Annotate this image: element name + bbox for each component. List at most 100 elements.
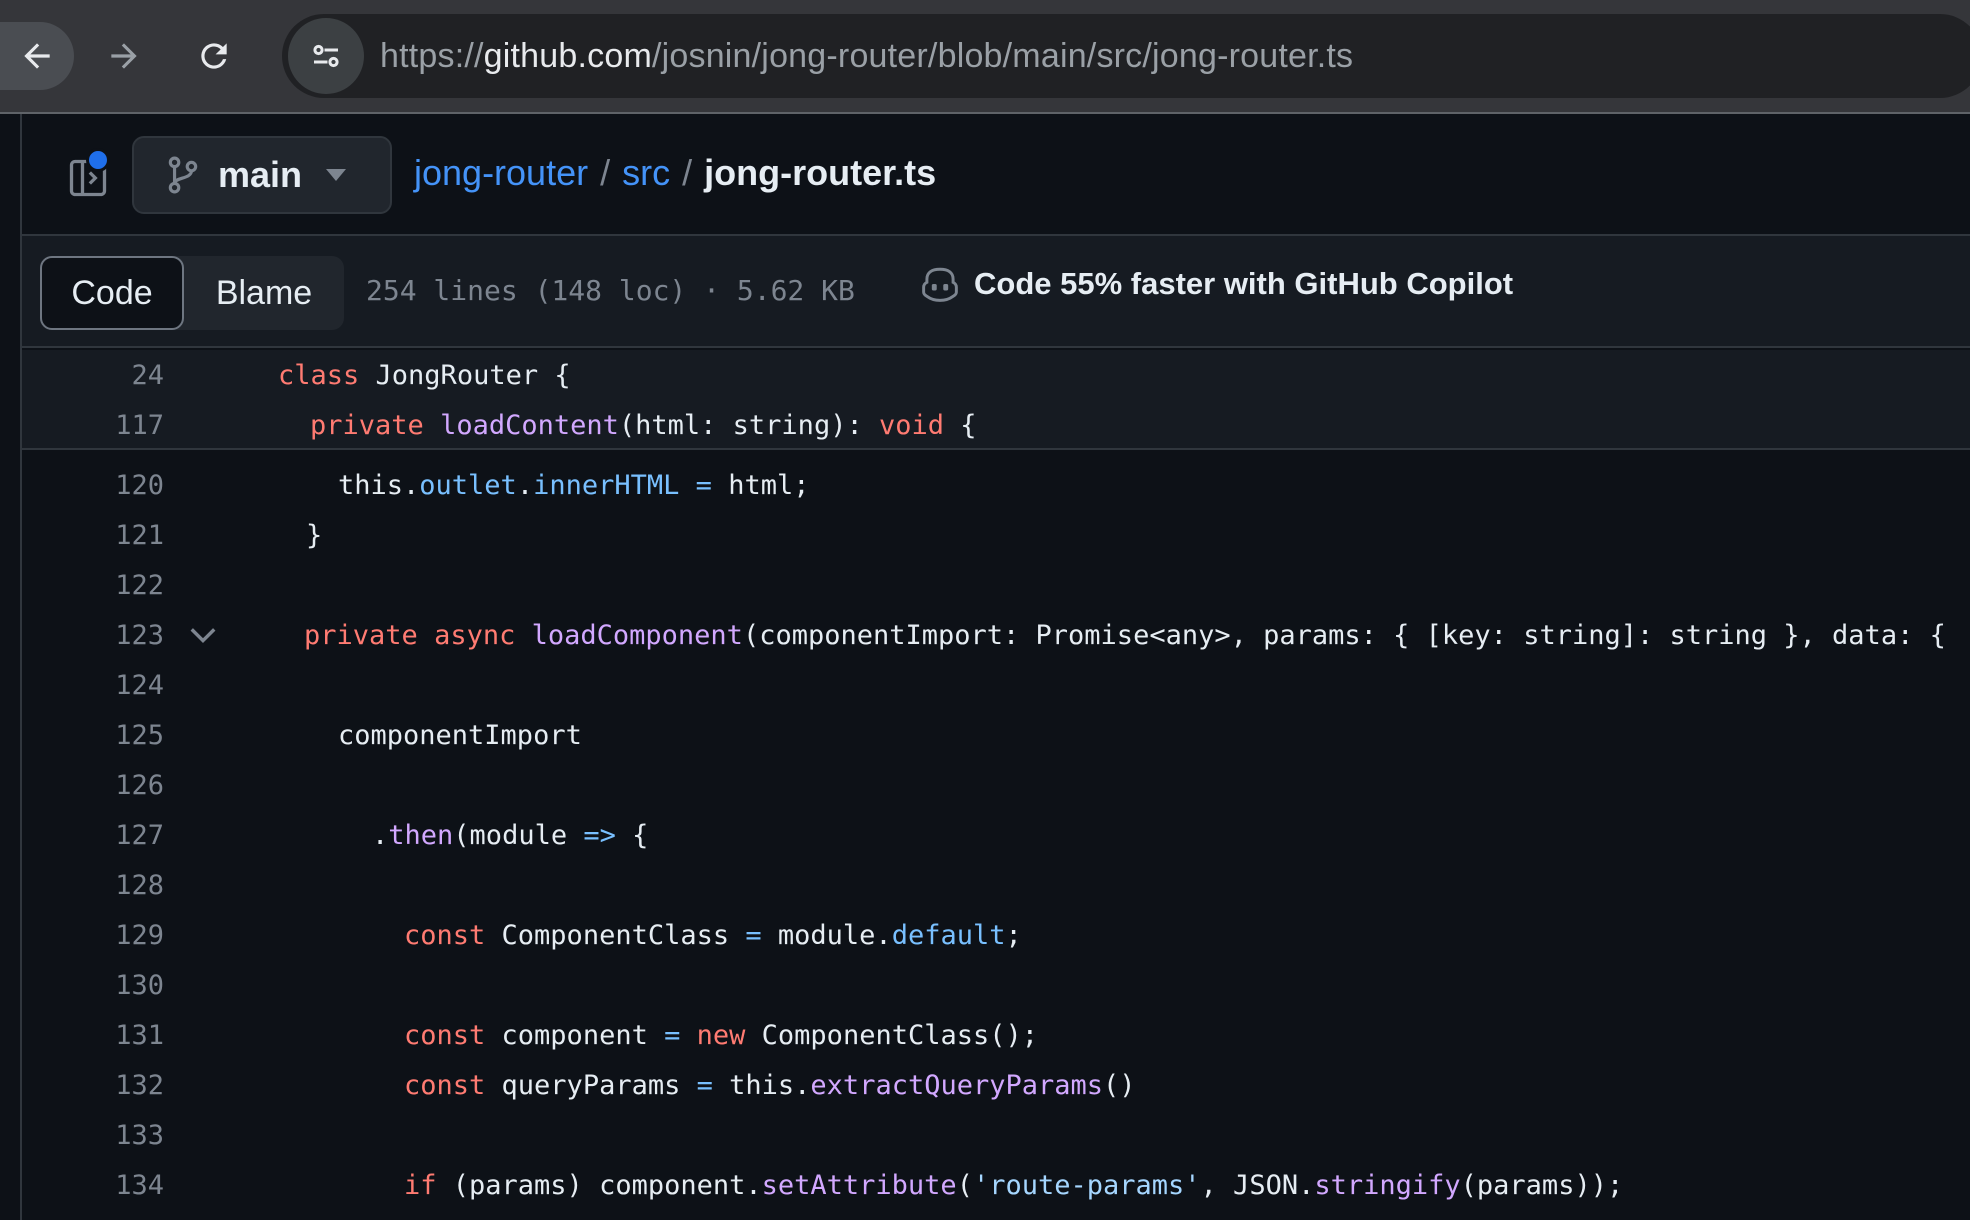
line-number[interactable]: 121 (22, 520, 164, 551)
code-line: 126 (22, 760, 1970, 810)
breadcrumb-dir-link[interactable]: src (622, 152, 670, 194)
forward-button[interactable] (90, 22, 158, 90)
code-content: class JongRouter { (278, 360, 571, 391)
view-toggle: Code Blame (40, 256, 344, 330)
code-token: JongRouter { (359, 359, 571, 391)
address-bar[interactable]: https://github.com/josnin/jong-router/bl… (282, 14, 1970, 98)
line-number[interactable]: 123 (22, 620, 164, 651)
code-token: { (944, 409, 977, 441)
browser-toolbar: https://github.com/josnin/jong-router/bl… (0, 0, 1970, 114)
site-settings-button[interactable] (288, 18, 364, 94)
line-number[interactable]: 128 (22, 870, 164, 901)
code-line: 123 private async loadComponent(component… (22, 610, 1970, 660)
code-token: (module (453, 819, 584, 851)
code-line: 128 (22, 860, 1970, 910)
breadcrumb-repo-link[interactable]: jong-router (414, 152, 588, 194)
code-token: ( (956, 1169, 973, 1201)
line-number[interactable]: 122 (22, 570, 164, 601)
url-text[interactable]: https://github.com/josnin/jong-router/bl… (380, 37, 1353, 76)
code-token: const (404, 919, 486, 951)
code-content: .then(module => { (372, 820, 648, 851)
code-line: 130 (22, 960, 1970, 1010)
forward-arrow-icon (111, 43, 137, 69)
tab-code[interactable]: Code (40, 256, 184, 330)
code-token: extractQueryParams (810, 1069, 1104, 1101)
copilot-promo-text: Code 55% faster with GitHub Copilot (974, 266, 1514, 301)
code-line: 122 (22, 560, 1970, 610)
code-token: if (404, 1169, 437, 1201)
url-scheme: https:// (380, 36, 484, 75)
line-number[interactable]: 120 (22, 470, 164, 501)
code-line: 132 const queryParams = this.extractQuery… (22, 1060, 1970, 1110)
code-token: (params) component. (436, 1169, 762, 1201)
code-token: loadContent (440, 409, 619, 441)
code-content: const component = new ComponentClass(); (404, 1020, 1038, 1051)
branch-selector-button[interactable]: main (132, 136, 392, 214)
code-token: outlet (419, 469, 517, 501)
line-number[interactable]: 24 (22, 360, 164, 391)
chevron-down-icon (326, 169, 347, 181)
tab-blame[interactable]: Blame (184, 256, 344, 330)
line-number[interactable]: 131 (22, 1020, 164, 1051)
url-host: github.com (483, 36, 652, 75)
code-token: then (388, 819, 454, 851)
line-number[interactable]: 127 (22, 820, 164, 851)
reload-button[interactable] (180, 22, 248, 90)
breadcrumb-file-name: jong-router.ts (704, 152, 937, 193)
code-token: ComponentClass(); (745, 1019, 1039, 1051)
reload-icon (201, 43, 227, 69)
code-token: html; (711, 469, 810, 501)
code-token: component (485, 1019, 665, 1051)
code-token: setAttribute (761, 1169, 957, 1201)
code-content: const queryParams = this.extractQueryPar… (404, 1070, 1136, 1101)
line-number[interactable]: 129 (22, 920, 164, 951)
back-button[interactable] (0, 22, 74, 90)
code-token: () (1103, 1069, 1136, 1101)
line-number[interactable]: 126 (22, 770, 164, 801)
code-token: void (878, 409, 944, 441)
code-token: (params)); (1460, 1169, 1624, 1201)
code-token: ComponentClass (485, 919, 746, 951)
code-line: 129 const ComponentClass = module.default… (22, 910, 1970, 960)
code-token: componentImport (338, 719, 582, 751)
code-line: 124 (22, 660, 1970, 710)
code-token: this. (338, 469, 420, 501)
line-number[interactable]: 130 (22, 970, 164, 1001)
line-number[interactable]: 124 (22, 670, 164, 701)
copilot-promo-link[interactable]: Code 55% faster with GitHub Copilot (920, 266, 1513, 302)
code-content: private loadContent(html: string): void … (310, 410, 977, 441)
line-number[interactable]: 125 (22, 720, 164, 751)
sticky-scroll-header: 24 class JongRouter { 117 private loadConte… (22, 350, 1970, 450)
code-token: = (664, 1019, 681, 1051)
line-number[interactable]: 133 (22, 1120, 164, 1151)
code-content: this.outlet.innerHTML = html; (338, 470, 809, 501)
code-token: new (696, 1019, 746, 1051)
code-content: private async loadComponent(componentImp… (304, 620, 1946, 651)
code-token: private (304, 619, 418, 651)
code-line: 127 .then(module => { (22, 810, 1970, 860)
git-branch-icon (168, 156, 198, 194)
code-token: loadComponent (531, 619, 743, 651)
line-number[interactable]: 132 (22, 1070, 164, 1101)
chevron-down-icon[interactable] (188, 623, 218, 647)
code-token: ; (1005, 919, 1022, 951)
code-token: . (516, 469, 534, 501)
code-line: 24 class JongRouter { (22, 350, 1970, 400)
code-content: } (306, 520, 322, 551)
code-line: 117 private loadContent(html: string): vo… (22, 400, 1970, 450)
code-token: stringify (1314, 1169, 1461, 1201)
file-stats: 254 lines (148 loc) · 5.62 KB (366, 274, 855, 307)
line-number[interactable]: 134 (22, 1170, 164, 1201)
line-number[interactable]: 117 (22, 410, 164, 441)
code-content: if (params) component.setAttribute('rout… (404, 1170, 1623, 1201)
code-token: } (306, 519, 323, 551)
breadcrumb-separator: / (682, 152, 693, 193)
code-content: const ComponentClass = module.default; (404, 920, 1022, 951)
code-token: class (278, 359, 360, 391)
code-line: 121} (22, 510, 1970, 560)
copilot-icon (922, 267, 958, 302)
code-token: const (404, 1019, 486, 1051)
